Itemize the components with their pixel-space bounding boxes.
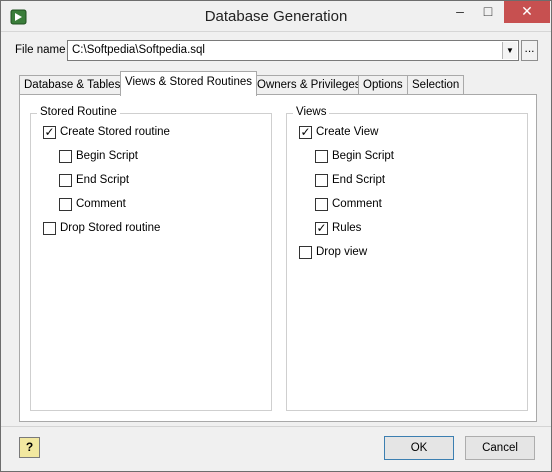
file-name-value[interactable]: C:\Softpedia\Softpedia.sql	[72, 44, 205, 56]
file-name-combobox[interactable]: C:\Softpedia\Softpedia.sql ▼	[67, 40, 519, 61]
views-group: Views ✓ Create View Begin Script End Scr…	[286, 106, 528, 411]
ok-button[interactable]: OK	[384, 436, 454, 460]
views-title: Views	[293, 106, 330, 118]
tab-owners-privileges[interactable]: Owners & Privileges	[252, 75, 366, 95]
checkbox-box[interactable]: ✓	[315, 222, 328, 235]
stored-routine-title: Stored Routine	[37, 106, 120, 118]
checkbox-box[interactable]	[59, 198, 72, 211]
database-generation-dialog: Database Generation – □ ✕ File name C:\S…	[0, 0, 552, 472]
dropdown-arrow-icon[interactable]: ▼	[502, 42, 517, 59]
checkbox-box[interactable]: ✓	[299, 126, 312, 139]
tab-selection[interactable]: Selection	[407, 75, 465, 95]
stored-routine-group: Stored Routine ✓ Create Stored routine B…	[30, 106, 272, 411]
checkbox-box[interactable]	[315, 198, 328, 211]
checkbox-box[interactable]	[299, 246, 312, 259]
tab-options[interactable]: Options	[358, 75, 408, 95]
file-name-label: File name	[15, 44, 66, 56]
views-stored-routines-panel: Stored Routine ✓ Create Stored routine B…	[19, 94, 537, 422]
checkbox-box[interactable]	[315, 150, 328, 163]
checkbox-box[interactable]	[315, 174, 328, 187]
tab-views-stored-routines[interactable]: Views & Stored Routines	[120, 71, 257, 96]
checkbox-box[interactable]	[59, 174, 72, 187]
footer-separator	[1, 426, 551, 427]
cancel-button[interactable]: Cancel	[465, 436, 535, 460]
tab-database-tables[interactable]: Database & Tables	[19, 75, 126, 95]
checkbox-box[interactable]	[43, 222, 56, 235]
checkbox-box[interactable]	[59, 150, 72, 163]
minimize-button[interactable]: –	[446, 1, 474, 23]
browse-button[interactable]: ...	[521, 40, 538, 61]
title-bar: Database Generation – □ ✕	[1, 1, 551, 32]
close-button[interactable]: ✕	[504, 1, 550, 23]
help-button[interactable]: ?	[19, 437, 40, 458]
checkbox-box[interactable]: ✓	[43, 126, 56, 139]
maximize-button[interactable]: □	[474, 1, 502, 23]
